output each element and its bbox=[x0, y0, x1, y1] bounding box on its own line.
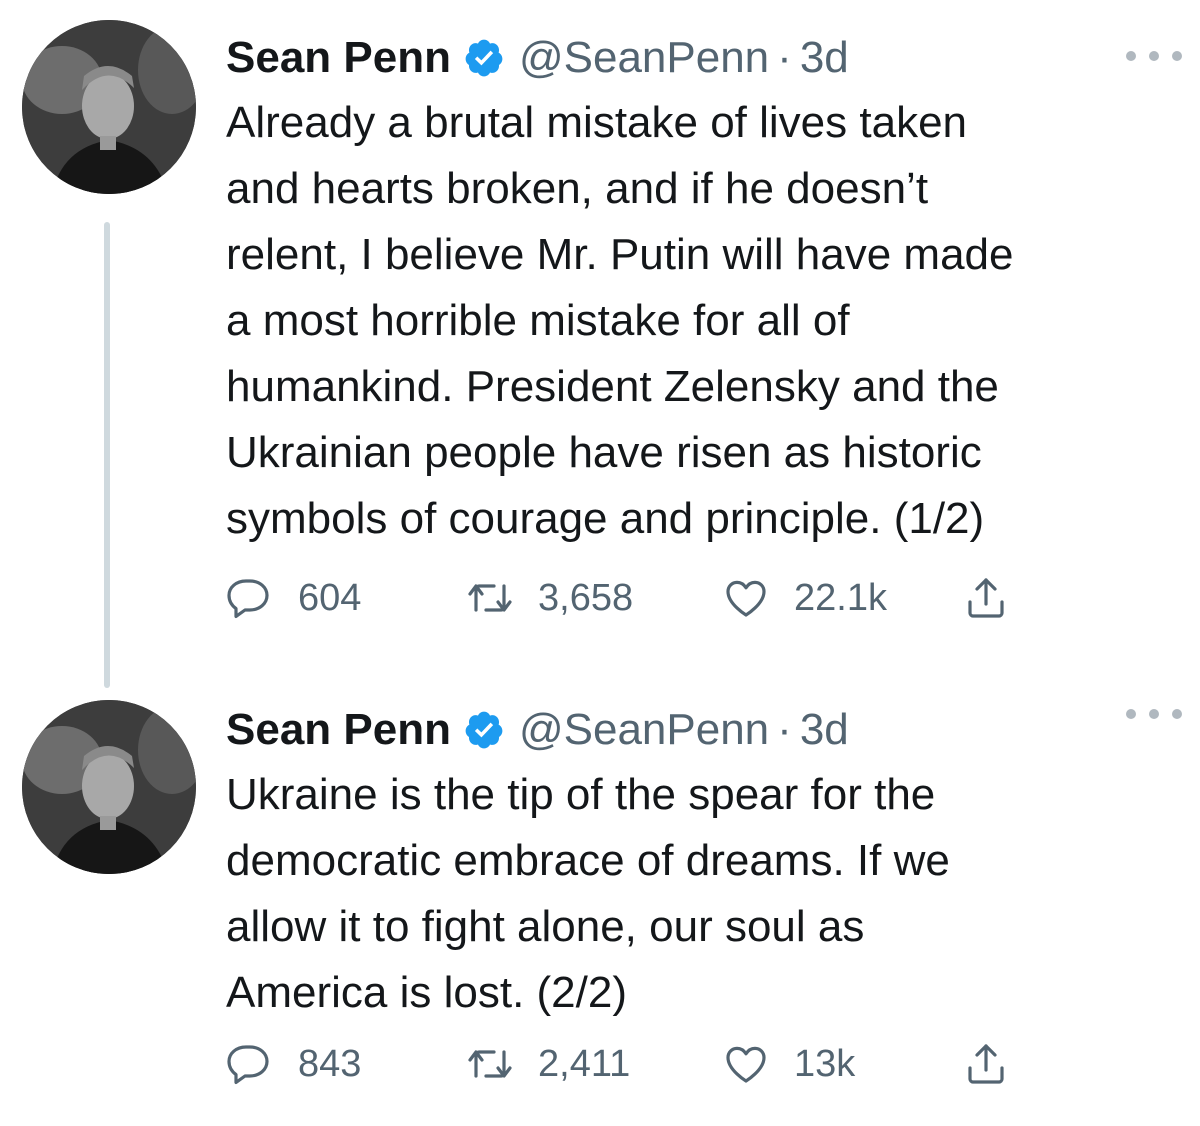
retweet-count: 3,658 bbox=[538, 576, 634, 619]
tweet-text: Already a brutal mistake of lives taken … bbox=[226, 90, 1156, 552]
tweet-text-line: democratic embrace of dreams. If we bbox=[226, 836, 950, 885]
reply-count: 843 bbox=[298, 1042, 362, 1085]
reply-count: 604 bbox=[298, 576, 362, 619]
retweet-icon bbox=[466, 574, 514, 622]
tweet-actions: 604 3,658 22.1k bbox=[226, 568, 1010, 628]
retweet-count: 2,411 bbox=[538, 1042, 631, 1085]
more-options-icon[interactable] bbox=[1126, 704, 1182, 724]
tweet-text-line: relent, I believe Mr. Putin will have ma… bbox=[226, 230, 1014, 279]
timestamp[interactable]: 3d bbox=[800, 705, 849, 755]
thread-line bbox=[104, 222, 110, 688]
tweet-header: Sean Penn @SeanPenn · 3d bbox=[226, 26, 1166, 90]
avatar[interactable] bbox=[22, 700, 196, 874]
retweet-button[interactable]: 2,411 bbox=[466, 1040, 722, 1088]
share-icon bbox=[962, 574, 1010, 622]
avatar[interactable] bbox=[22, 20, 196, 194]
reply-button[interactable]: 604 bbox=[226, 574, 466, 622]
tweet-actions: 843 2,411 13k bbox=[226, 1034, 1010, 1094]
tweet-text-line: humankind. President Zelensky and the bbox=[226, 362, 999, 411]
like-icon bbox=[722, 1040, 770, 1088]
tweet-text-line: Ukraine is the tip of the spear for the bbox=[226, 770, 936, 819]
like-icon bbox=[722, 574, 770, 622]
like-button[interactable]: 13k bbox=[722, 1040, 962, 1088]
separator-dot: · bbox=[777, 705, 792, 754]
reply-button[interactable]: 843 bbox=[226, 1040, 466, 1088]
user-handle[interactable]: @SeanPenn bbox=[519, 705, 769, 755]
separator-dot: · bbox=[777, 33, 792, 82]
display-name[interactable]: Sean Penn bbox=[226, 705, 451, 755]
retweet-button[interactable]: 3,658 bbox=[466, 574, 722, 622]
share-icon bbox=[962, 1040, 1010, 1088]
more-options-icon[interactable] bbox=[1126, 46, 1182, 66]
tweet-1[interactable]: Sean Penn @SeanPenn · 3d Already a bruta… bbox=[0, 0, 1200, 690]
tweet-text: Ukraine is the tip of the spear for the … bbox=[226, 762, 1156, 1026]
like-count: 22.1k bbox=[794, 576, 887, 619]
tweet-text-line: symbols of courage and principle. (1/2) bbox=[226, 494, 985, 543]
tweet-text-line: Ukrainian people have risen as historic bbox=[226, 428, 982, 477]
timestamp[interactable]: 3d bbox=[800, 33, 849, 83]
tweet-text-line: allow it to fight alone, our soul as bbox=[226, 902, 865, 951]
verified-badge-icon bbox=[463, 709, 505, 751]
reply-icon bbox=[226, 1040, 274, 1088]
tweet-2[interactable]: Sean Penn @SeanPenn · 3d Ukraine is the … bbox=[0, 690, 1200, 1126]
like-count: 13k bbox=[794, 1042, 856, 1085]
verified-badge-icon bbox=[463, 37, 505, 79]
like-button[interactable]: 22.1k bbox=[722, 574, 962, 622]
reply-icon bbox=[226, 574, 274, 622]
tweet-header: Sean Penn @SeanPenn · 3d bbox=[226, 698, 1166, 762]
user-handle[interactable]: @SeanPenn bbox=[519, 33, 769, 83]
share-button[interactable] bbox=[962, 574, 1010, 622]
tweet-text-line: America is lost. (2/2) bbox=[226, 968, 627, 1017]
tweet-text-line: and hearts broken, and if he doesn’t bbox=[226, 164, 929, 213]
tweet-text-line: Already a brutal mistake of lives taken bbox=[226, 98, 968, 147]
share-button[interactable] bbox=[962, 1040, 1010, 1088]
tweet-text-line: a most horrible mistake for all of bbox=[226, 296, 850, 345]
display-name[interactable]: Sean Penn bbox=[226, 33, 451, 83]
retweet-icon bbox=[466, 1040, 514, 1088]
